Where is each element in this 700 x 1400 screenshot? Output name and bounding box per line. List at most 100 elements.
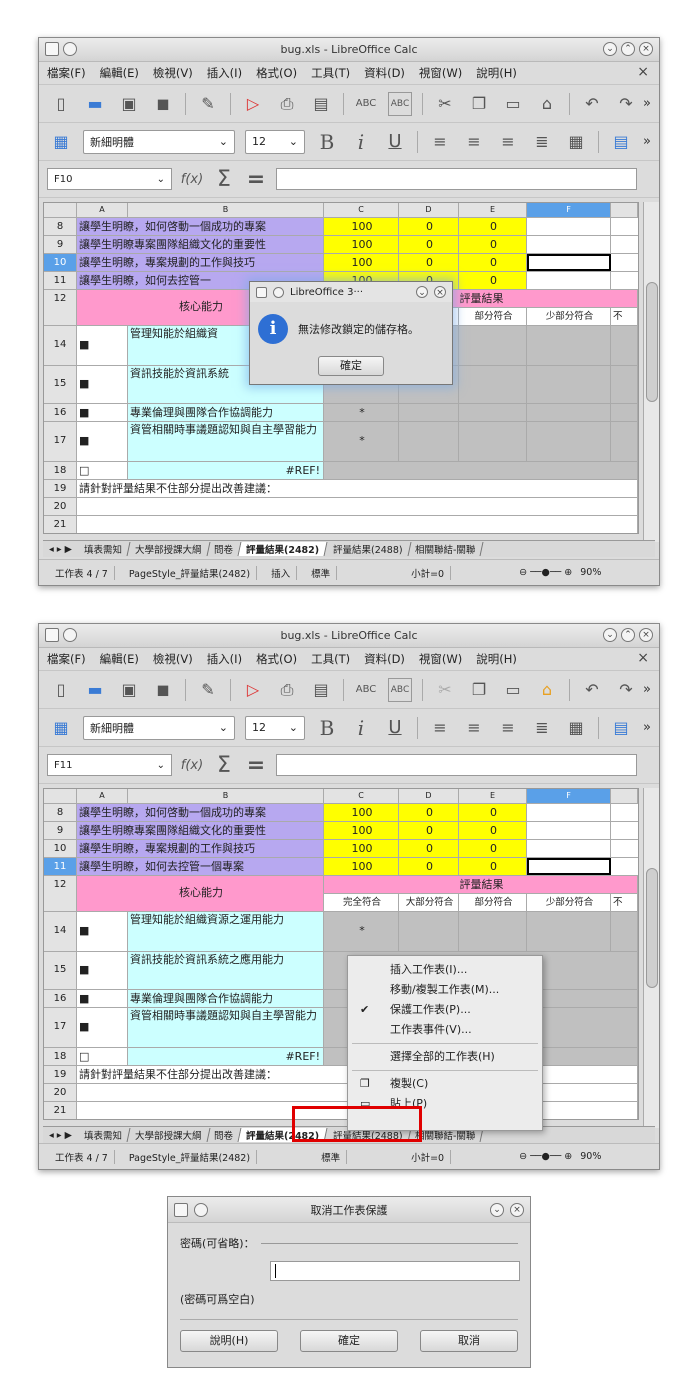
window-menu-icon[interactable] xyxy=(63,42,77,56)
equals-icon[interactable]: = xyxy=(244,167,268,192)
tab-nav-icon[interactable]: ◂ ▸ ▶ xyxy=(43,1130,78,1141)
more-icon[interactable]: » xyxy=(643,682,651,697)
paste-icon[interactable]: ▭ xyxy=(501,92,525,116)
align-center-icon[interactable]: ≡ xyxy=(462,716,486,740)
menu-copy[interactable]: ❐ 複製(C) xyxy=(348,1074,542,1094)
name-box[interactable]: F10 ⌄ xyxy=(47,168,172,190)
minimize-icon[interactable]: ⌄ xyxy=(490,1202,504,1217)
close-doc-icon[interactable]: × xyxy=(637,650,649,666)
ok-button[interactable]: 確定 xyxy=(300,1330,398,1352)
menu-insert[interactable]: 插入(I) xyxy=(207,651,242,667)
vertical-scrollbar[interactable] xyxy=(643,788,659,1128)
merge-icon[interactable]: ▦ xyxy=(564,130,588,154)
menu-data[interactable]: 資料(D) xyxy=(364,651,405,667)
edit-icon[interactable]: ◼ xyxy=(151,678,175,702)
copy-icon[interactable]: ❐ xyxy=(467,678,491,702)
more-icon[interactable]: » xyxy=(643,134,651,149)
save-icon[interactable]: ▣ xyxy=(117,92,141,116)
menu-protect-sheet[interactable]: ✔ 保護工作表(P)... xyxy=(348,1000,542,1020)
copy-icon[interactable]: ❐ xyxy=(467,92,491,116)
font-name-box[interactable]: 新細明體 ⌄ xyxy=(83,715,235,740)
autospell-icon[interactable]: ABC xyxy=(388,91,412,116)
menu-move-copy-sheet[interactable]: 移動/複製工作表(M)... xyxy=(348,980,542,1000)
clone-icon[interactable]: ⌂ xyxy=(535,678,559,702)
underline-icon[interactable]: U xyxy=(383,130,407,154)
sum-icon[interactable]: Σ xyxy=(212,167,236,192)
minimize-icon[interactable]: ⌄ xyxy=(603,42,617,56)
undo-icon[interactable]: ↶ xyxy=(580,92,604,116)
menu-tools[interactable]: 工具(T) xyxy=(311,65,350,81)
menu-format[interactable]: 格式(O) xyxy=(256,651,297,667)
password-input[interactable] xyxy=(270,1261,520,1281)
minimize-icon[interactable]: ⌄ xyxy=(603,628,617,642)
tab-nav-icon[interactable]: ◂ ▸ ▶ xyxy=(43,544,78,555)
close-icon[interactable]: × xyxy=(639,628,653,642)
app-menu-icon[interactable] xyxy=(45,628,59,642)
more-icon[interactable]: » xyxy=(643,720,651,735)
save-icon[interactable]: ▣ xyxy=(117,678,141,702)
edit-mode-icon[interactable]: ✎ xyxy=(196,678,220,702)
menu-select-all-sheets[interactable]: 選擇全部的工作表(H) xyxy=(348,1047,542,1067)
styles-icon[interactable]: ▦ xyxy=(49,716,73,740)
ok-button[interactable]: 確定 xyxy=(318,356,384,376)
bold-icon[interactable]: B xyxy=(315,716,339,740)
print-preview-icon[interactable]: ▤ xyxy=(309,678,333,702)
cancel-button[interactable]: 取消 xyxy=(420,1330,518,1352)
new-icon[interactable]: ▯ xyxy=(49,678,73,702)
italic-icon[interactable]: i xyxy=(349,716,373,740)
spellcheck-icon[interactable]: ABC xyxy=(354,92,378,116)
selected-cell[interactable] xyxy=(527,858,611,875)
menu-edit[interactable]: 編輯(E) xyxy=(100,65,139,81)
app-menu-icon[interactable] xyxy=(45,42,59,56)
menu-help[interactable]: 說明(H) xyxy=(476,651,517,667)
sum-icon[interactable]: Σ xyxy=(212,753,236,778)
menu-file[interactable]: 檔案(F) xyxy=(47,651,86,667)
undo-icon[interactable]: ↶ xyxy=(580,678,604,702)
redo-icon[interactable]: ↷ xyxy=(614,92,638,116)
close-doc-icon[interactable]: × xyxy=(637,64,649,80)
print-preview-icon[interactable]: ▤ xyxy=(309,92,333,116)
vertical-scrollbar[interactable] xyxy=(643,202,659,542)
close-icon[interactable]: × xyxy=(510,1202,524,1217)
wrap-icon[interactable]: ▤ xyxy=(609,716,633,740)
clone-icon[interactable]: ⌂ xyxy=(535,92,559,116)
paste-icon[interactable]: ▭ xyxy=(501,678,525,702)
spellcheck-icon[interactable]: ABC xyxy=(354,678,378,702)
formula-input[interactable] xyxy=(276,754,637,776)
tab-sheet-5[interactable]: 評量結果(2488) xyxy=(325,542,411,556)
app-menu-icon[interactable] xyxy=(174,1202,188,1217)
menu-window[interactable]: 視窗(W) xyxy=(419,651,462,667)
tab-sheet-2[interactable]: 大學部授課大綱 xyxy=(127,542,210,556)
window-menu-icon[interactable] xyxy=(194,1202,208,1217)
menu-view[interactable]: 檢視(V) xyxy=(153,65,193,81)
spreadsheet-grid[interactable]: A B C D E F 8 讓學生明瞭，如何啓動一個成功的專案 100 0 0 9 讓學生… xyxy=(43,788,639,1120)
new-icon[interactable]: ▯ xyxy=(49,92,73,116)
menu-insert[interactable]: 插入(I) xyxy=(207,65,242,81)
tab-sheet-2[interactable]: 大學部授課大綱 xyxy=(127,1128,210,1142)
menu-format[interactable]: 格式(O) xyxy=(256,65,297,81)
align-right-icon[interactable]: ≡ xyxy=(496,130,520,154)
align-right-icon[interactable]: ≡ xyxy=(496,716,520,740)
cut-icon[interactable]: ✂ xyxy=(433,92,457,116)
more-icon[interactable]: » xyxy=(643,96,651,111)
wrap-icon[interactable]: ▤ xyxy=(609,130,633,154)
menu-sheet-events[interactable]: 工作表事件(V)... xyxy=(348,1020,542,1040)
help-button[interactable]: 說明(H) xyxy=(180,1330,278,1352)
maximize-icon[interactable]: ⌃ xyxy=(621,628,635,642)
tab-sheet-6[interactable]: 相關聯結-關聯 xyxy=(407,542,485,556)
name-box[interactable]: F11 ⌄ xyxy=(47,754,172,776)
menu-insert-sheet[interactable]: 插入工作表(I)... xyxy=(348,960,542,980)
tab-sheet-1[interactable]: 填表需知 xyxy=(76,542,131,556)
bold-icon[interactable]: B xyxy=(315,130,339,154)
align-center-icon[interactable]: ≡ xyxy=(462,130,486,154)
print-icon[interactable]: ⎙ xyxy=(275,92,299,116)
maximize-icon[interactable]: ⌃ xyxy=(621,42,635,56)
pdf-icon[interactable]: ▷ xyxy=(241,92,265,116)
align-left-icon[interactable]: ≡ xyxy=(428,716,452,740)
open-icon[interactable]: ▬ xyxy=(83,92,107,116)
menu-tools[interactable]: 工具(T) xyxy=(311,651,350,667)
tab-sheet-1[interactable]: 填表需知 xyxy=(76,1128,131,1142)
menu-file[interactable]: 檔案(F) xyxy=(47,65,86,81)
justify-icon[interactable]: ≣ xyxy=(530,130,554,154)
font-size-box[interactable]: 12 ⌄ xyxy=(245,715,305,740)
